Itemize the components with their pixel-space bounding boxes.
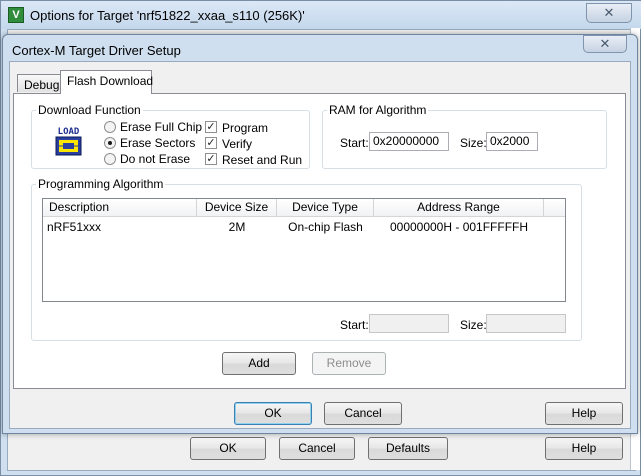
verify-checkbox[interactable]: ✓	[205, 137, 217, 149]
app-icon: V	[8, 7, 24, 23]
reset-and-run-checkbox[interactable]: ✓	[205, 153, 217, 165]
verify-label: Verify	[222, 137, 253, 151]
erase-sectors-label: Erase Sectors	[120, 136, 196, 150]
ram-for-algorithm-label: RAM for Algorithm	[327, 103, 429, 117]
program-label: Program	[222, 121, 269, 135]
ram-size-input[interactable]: 0x2000	[486, 132, 538, 151]
dialog-title: Cortex-M Target Driver Setup	[12, 43, 181, 58]
algorithm-list[interactable]: Description Device Size Device Type Addr…	[42, 198, 566, 302]
outer-help-button[interactable]: Help	[545, 437, 623, 460]
reset-and-run-label: Reset and Run	[222, 153, 303, 167]
row-device-type: On-chip Flash	[288, 220, 363, 234]
algo-size-label: Size:	[460, 318, 487, 332]
column-header-device-type[interactable]: Device Type	[277, 199, 374, 217]
algo-start-label: Start:	[340, 318, 369, 332]
ram-start-input[interactable]: 0x20000000	[369, 132, 449, 151]
dialog-help-button[interactable]: Help	[545, 402, 623, 425]
close-icon: ✕	[599, 36, 611, 51]
algo-size-input[interactable]	[486, 314, 566, 333]
outer-close-button[interactable]: ✕	[586, 3, 632, 23]
column-header-address-range[interactable]: Address Range	[374, 199, 544, 217]
dialog-cancel-button[interactable]: Cancel	[324, 402, 402, 425]
programming-algorithm-label: Programming Algorithm	[36, 177, 166, 191]
remove-button[interactable]: Remove	[312, 352, 386, 375]
download-function-label: Download Function	[36, 103, 143, 117]
load-icon: LOAD	[52, 124, 85, 157]
erase-full-chip-radio[interactable]	[104, 121, 116, 133]
row-device-size: 2M	[228, 220, 246, 234]
erase-full-chip-label: Erase Full Chip	[120, 120, 203, 134]
do-not-erase-radio[interactable]	[104, 153, 116, 165]
erase-sectors-radio[interactable]	[104, 137, 116, 149]
tab-debug[interactable]: Debug	[17, 74, 61, 92]
column-header-filler	[544, 199, 565, 217]
program-checkbox[interactable]: ✓	[205, 121, 217, 133]
algo-start-input[interactable]	[369, 314, 449, 333]
close-icon: ✕	[603, 5, 615, 20]
outer-cancel-button[interactable]: Cancel	[279, 437, 355, 460]
ram-start-label: Start:	[340, 136, 369, 150]
outer-ok-button[interactable]: OK	[190, 437, 266, 460]
add-button[interactable]: Add	[222, 352, 296, 375]
options-window-title: Options for Target 'nrf51822_xxaa_s110 (…	[30, 8, 305, 23]
load-icon-text: LOAD	[58, 127, 80, 137]
dialog-ok-button[interactable]: OK	[234, 402, 312, 425]
column-header-description[interactable]: Description	[43, 199, 197, 217]
dialog-close-button[interactable]: ✕	[583, 35, 627, 53]
column-header-device-size[interactable]: Device Size	[197, 199, 277, 217]
do-not-erase-label: Do not Erase	[120, 152, 191, 166]
row-address-range: 00000000H - 001FFFFFH	[389, 220, 529, 234]
ram-size-label: Size:	[460, 136, 487, 150]
tab-flash-download[interactable]: Flash Download	[60, 70, 153, 94]
outer-defaults-button[interactable]: Defaults	[368, 437, 448, 460]
row-description: nRF51xxx	[47, 220, 102, 234]
